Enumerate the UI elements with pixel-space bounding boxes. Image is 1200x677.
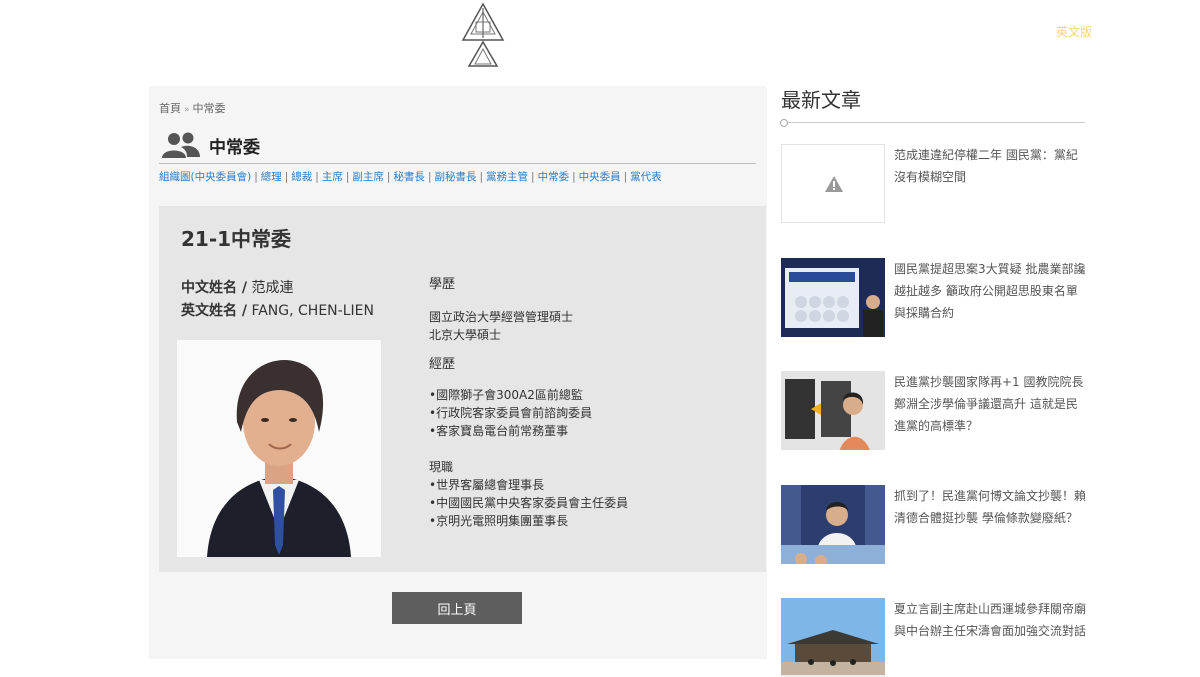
profile-title: 21-1中常委: [181, 227, 292, 251]
article-thumbnail[interactable]: [781, 598, 885, 677]
article-headline[interactable]: 夏立言副主席赴山西運城參拜關帝廟 與中台辦主任宋濤會面加強交流對話: [894, 598, 1086, 642]
category-link-deputy-secretary-general[interactable]: 副秘書長: [434, 171, 476, 183]
back-button[interactable]: 回上頁: [392, 592, 522, 624]
experience-item: •客家寶島電台前常務董事: [429, 424, 569, 438]
category-link-central-standing-committee[interactable]: 中常委: [538, 171, 570, 183]
article-headline[interactable]: 民進黨抄襲國家隊再+1 國教院院長鄭淵全涉學倫爭議還高升 這就是民進黨的高標準？: [894, 371, 1086, 437]
experience-item: •國際獅子會300A2區前總監: [429, 388, 583, 402]
section-title: 中常委: [161, 128, 260, 162]
profile-photo: [177, 340, 381, 557]
article-headline[interactable]: 范成連違紀停權二年 國民黨：黨紀沒有模糊空間: [894, 144, 1086, 188]
broken-image-icon: [825, 176, 843, 192]
education-item: 北京大學碩士: [429, 328, 502, 342]
divider-dot: [780, 119, 788, 127]
latest-articles-title: 最新文章: [781, 88, 861, 112]
breadcrumb-separator: »: [184, 105, 190, 115]
main-panel: 首頁» 中常委 中常委 組織圖(中央委員會) | 總理 | 總裁 | 主席 | 副主席 | 秘書長 | 副…: [149, 86, 767, 659]
category-links: 組織圖(中央委員會) | 總理 | 總裁 | 主席 | 副主席 | 秘書長 | 副秘書長 | 黨務主管 | 中常…: [159, 171, 662, 183]
current-item: •京明光電照明集團董事長: [429, 514, 569, 528]
category-link-party-directors[interactable]: 黨務主管: [486, 171, 528, 183]
cv-section: 學歷 國立政治大學經營管理碩士 北京大學碩士 經歷 •國際獅子會300A2區前總…: [429, 276, 749, 530]
experience-heading: 經歷: [429, 357, 456, 372]
article-headline[interactable]: 國民黨提超思案3大質疑 批農業部讒越扯越多 籲政府公開超思股東名單與採購合約: [894, 258, 1086, 324]
party-logo[interactable]: [461, 2, 505, 68]
category-link-party-representatives[interactable]: 黨代表: [630, 171, 662, 183]
current-heading: 現職: [429, 460, 454, 474]
users-icon: [162, 132, 200, 158]
category-link-org-chart[interactable]: 組織圖(中央委員會): [159, 171, 251, 183]
current-item: •中國國民黨中央客家委員會主任委員: [429, 496, 629, 510]
chinese-name-value: 范成連: [251, 280, 294, 296]
chinese-name-row: 中文姓名 / 范成連: [181, 277, 293, 297]
profile-card: 21-1中常委 中文姓名 / 范成連 英文姓名 / FANG, CHEN-LIE…: [159, 206, 766, 572]
experience-item: •行政院客家委員會前諮詢委員: [429, 406, 593, 420]
article-thumbnail[interactable]: [781, 258, 885, 337]
breadcrumb-current: 中常委: [192, 102, 226, 115]
page-title: 中常委: [209, 137, 260, 158]
article-thumbnail[interactable]: [781, 485, 885, 564]
education-item: 國立政治大學經營管理碩士: [429, 310, 574, 324]
category-link-director-general[interactable]: 總裁: [291, 171, 312, 183]
article-thumbnail[interactable]: [781, 371, 885, 450]
article-headline[interactable]: 抓到了！民進黨何博文論文抄襲！賴清德合體挺抄襲 學倫條款變廢紙？: [894, 485, 1086, 529]
category-link-secretary-general[interactable]: 秘書長: [393, 171, 425, 183]
category-link-chairman[interactable]: 主席: [322, 171, 343, 183]
sidebar-divider: [781, 122, 1085, 123]
breadcrumb: 首頁» 中常委: [159, 100, 226, 116]
english-name-label: 英文姓名 /: [181, 303, 247, 319]
english-name-row: 英文姓名 / FANG, CHEN-LIEN: [181, 300, 374, 320]
category-link-vice-chairman[interactable]: 副主席: [352, 171, 384, 183]
category-link-premier[interactable]: 總理: [261, 171, 282, 183]
english-name-value: FANG, CHEN-LIEN: [251, 303, 374, 319]
current-item: •世界客屬總會理事長: [429, 478, 545, 492]
article-thumbnail[interactable]: [781, 144, 885, 223]
breadcrumb-home[interactable]: 首頁: [159, 102, 181, 115]
title-divider: [159, 163, 756, 164]
education-heading: 學歷: [429, 277, 456, 292]
chinese-name-label: 中文姓名 /: [181, 280, 247, 296]
category-link-central-committee[interactable]: 中央委員: [579, 171, 621, 183]
english-version-link[interactable]: 英文版: [1056, 23, 1092, 40]
